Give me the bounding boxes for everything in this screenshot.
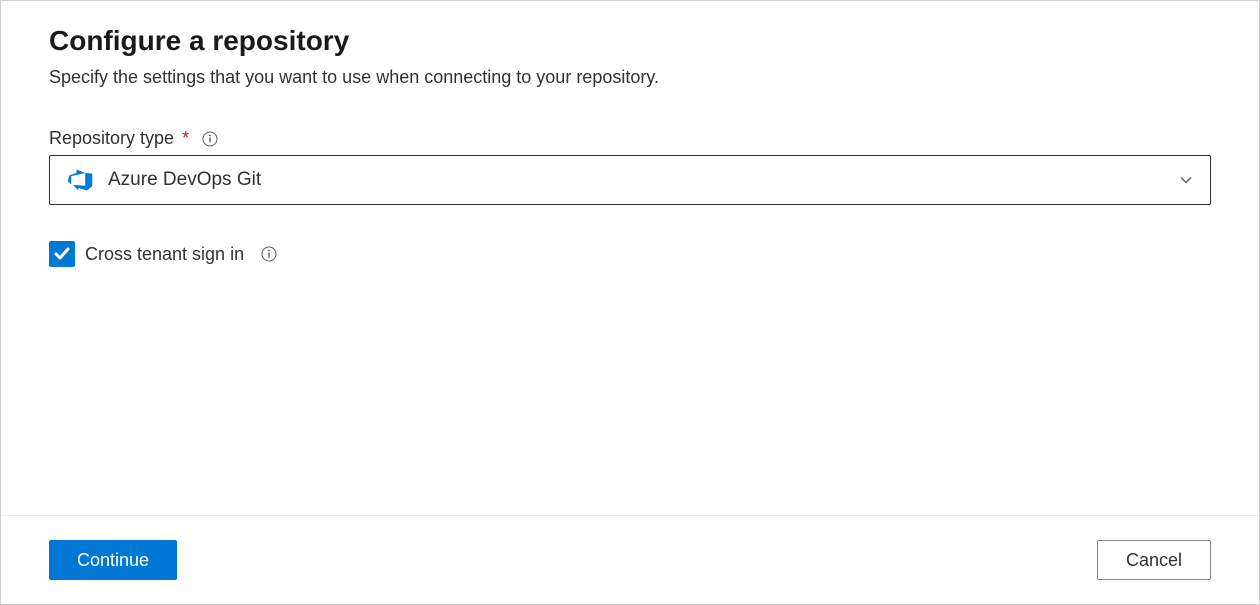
repository-type-value: Azure DevOps Git	[108, 169, 1178, 191]
page-subtitle: Specify the settings that you want to us…	[49, 67, 1211, 88]
cross-tenant-row: Cross tenant sign in	[49, 241, 1211, 267]
page-title: Configure a repository	[49, 25, 1211, 57]
repository-type-label-row: Repository type *	[49, 128, 1211, 149]
azure-devops-icon	[66, 166, 94, 194]
cross-tenant-label[interactable]: Cross tenant sign in	[85, 244, 244, 265]
repository-type-label: Repository type	[49, 128, 174, 149]
cancel-button[interactable]: Cancel	[1097, 540, 1211, 580]
dialog-footer: Continue Cancel	[1, 515, 1259, 604]
info-icon[interactable]	[260, 245, 278, 263]
cross-tenant-checkbox[interactable]	[49, 241, 75, 267]
chevron-down-icon	[1178, 172, 1194, 188]
info-icon[interactable]	[201, 130, 219, 148]
continue-button[interactable]: Continue	[49, 540, 177, 580]
dialog-content: Configure a repository Specify the setti…	[1, 1, 1259, 267]
repository-type-dropdown[interactable]: Azure DevOps Git	[49, 155, 1211, 205]
required-asterisk: *	[182, 128, 189, 149]
